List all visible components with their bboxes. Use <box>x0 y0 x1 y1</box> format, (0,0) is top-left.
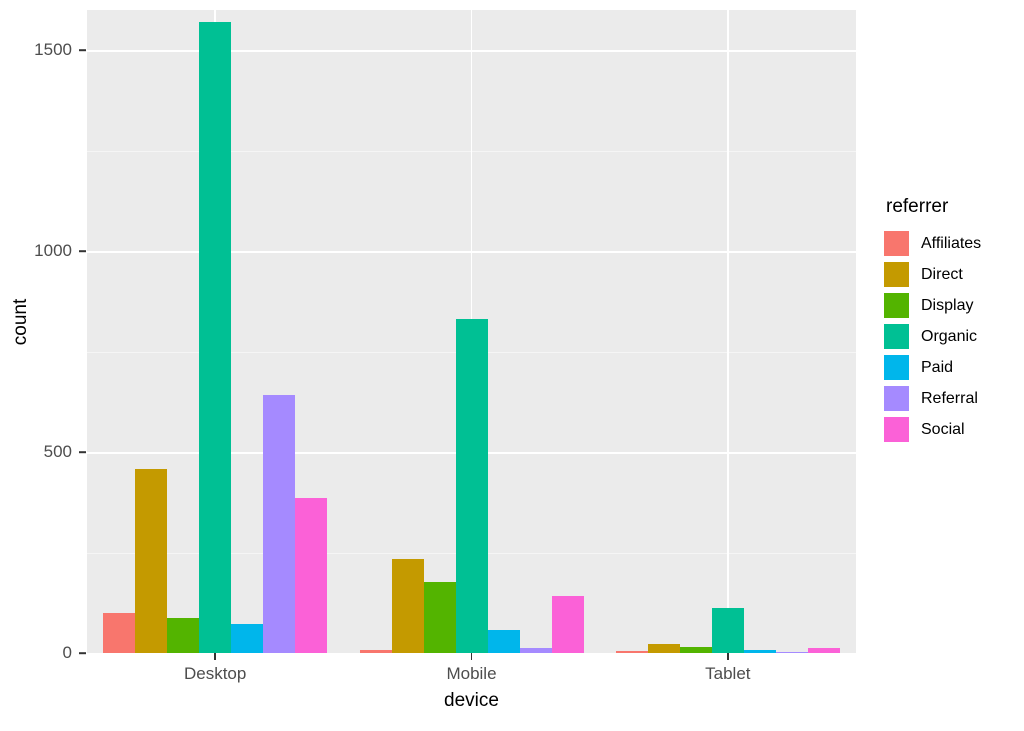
legend-color-swatch <box>884 355 909 380</box>
bar[interactable] <box>551 596 584 653</box>
legend-color-swatch <box>884 293 909 318</box>
x-axis-tick-label: Tablet <box>705 664 751 683</box>
bar[interactable] <box>135 468 168 653</box>
legend-item[interactable]: Display <box>884 290 1020 321</box>
bar[interactable] <box>199 22 232 653</box>
bar[interactable] <box>615 651 648 653</box>
y-axis-tick-label: 1500 <box>34 40 72 60</box>
bar[interactable] <box>103 612 136 653</box>
legend-item-label: Referral <box>921 389 978 407</box>
bar[interactable] <box>775 651 808 653</box>
y-axis-tick-label: 1000 <box>34 241 72 261</box>
y-axis-tick-mark <box>79 49 86 51</box>
y-axis-tick-mark <box>79 652 86 654</box>
y-axis-tick-label: 500 <box>43 442 72 462</box>
legend-item-label: Affiliates <box>921 234 982 252</box>
legend-items: Affiliates Direct Display Organic Paid Referr… <box>884 228 1020 445</box>
bar[interactable] <box>487 630 520 653</box>
bar[interactable] <box>263 394 296 653</box>
x-axis-tick-label: Desktop <box>183 664 247 683</box>
gridline-major-vertical <box>727 10 729 653</box>
legend-color-swatch <box>884 417 909 442</box>
bar[interactable] <box>391 558 424 653</box>
legend: referrer Affiliates Direct Display Organic P… <box>884 196 1020 445</box>
x-axis-tick-mark <box>727 653 729 660</box>
legend-item[interactable]: Organic <box>884 321 1020 352</box>
bar[interactable] <box>743 650 776 653</box>
legend-color-swatch <box>884 386 909 411</box>
x-axis-tick-mark <box>214 653 216 660</box>
x-axis-title: device <box>444 690 499 711</box>
bar[interactable] <box>295 497 328 653</box>
y-axis-tick-mark <box>79 451 86 453</box>
y-axis-tick-label: 0 <box>62 643 72 662</box>
legend-color-swatch <box>884 262 909 287</box>
bar[interactable] <box>647 644 680 653</box>
legend-item-label: Direct <box>921 265 963 283</box>
legend-title: referrer <box>886 196 949 217</box>
legend-item-label: Social <box>921 420 965 438</box>
bar[interactable] <box>423 581 456 653</box>
bar[interactable] <box>807 647 840 653</box>
x-axis-tick-mark <box>470 653 473 660</box>
bar[interactable] <box>167 617 200 653</box>
legend-item[interactable]: Paid <box>884 352 1020 383</box>
y-axis-tick-mark <box>79 250 86 252</box>
legend-item[interactable]: Social <box>884 414 1020 445</box>
y-axis-tick-labels: 0 500 1000 1500 <box>14 0 72 731</box>
legend-item[interactable]: Referral <box>884 383 1020 414</box>
legend-item-label: Paid <box>921 358 954 376</box>
legend-item-label: Display <box>921 296 974 314</box>
bar[interactable] <box>359 649 392 653</box>
bar[interactable] <box>711 608 744 653</box>
legend-item[interactable]: Affiliates <box>884 228 1020 259</box>
bar[interactable] <box>455 319 488 653</box>
bar[interactable] <box>679 646 712 653</box>
plot-panel <box>87 10 856 653</box>
legend-item[interactable]: Direct <box>884 259 1020 290</box>
legend-color-swatch <box>884 231 909 256</box>
bar[interactable] <box>519 647 552 653</box>
x-axis-tick-label: Mobile <box>446 664 497 683</box>
chart-container: count 0 500 1000 1500 Desktop Mobile Tablet d… <box>0 0 1024 731</box>
bar[interactable] <box>231 624 264 653</box>
legend-item-label: Organic <box>921 327 978 345</box>
legend-color-swatch <box>884 324 909 349</box>
